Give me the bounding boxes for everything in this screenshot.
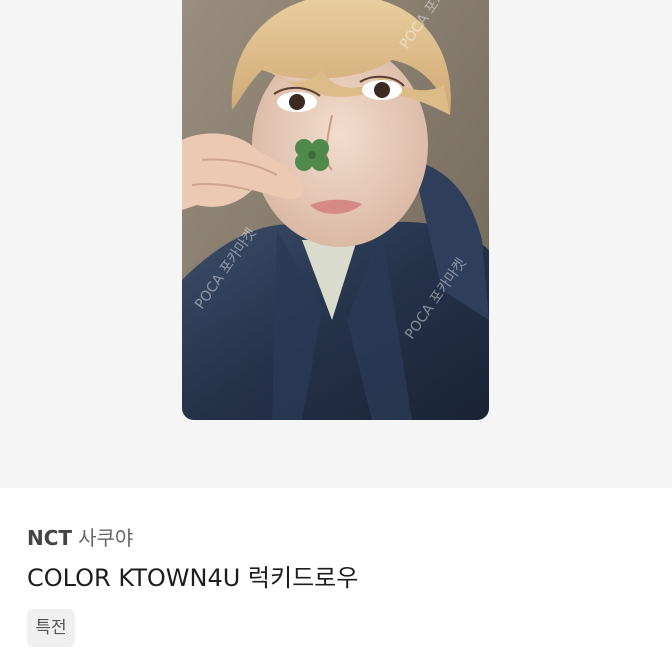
photo-area: POCA 포카마켓 POCA 포카마켓 POCA 포카마켓 <box>0 0 672 488</box>
photocard-image[interactable]: POCA 포카마켓 POCA 포카마켓 POCA 포카마켓 <box>182 0 489 420</box>
photocard-illustration: POCA 포카마켓 POCA 포카마켓 POCA 포카마켓 <box>182 0 489 420</box>
listing-title: COLOR KTOWN4U 럭키드로우 <box>27 564 359 592</box>
tag-badge[interactable]: 특전 <box>27 609 75 647</box>
group-name: NCT <box>27 526 73 550</box>
member-name: 사쿠야 <box>78 526 134 550</box>
listing-page: POCA 포카마켓 POCA 포카마켓 POCA 포카마켓 NCT사쿠야 COL… <box>0 0 672 672</box>
artist-line: NCT 사쿠야 <box>27 524 133 552</box>
